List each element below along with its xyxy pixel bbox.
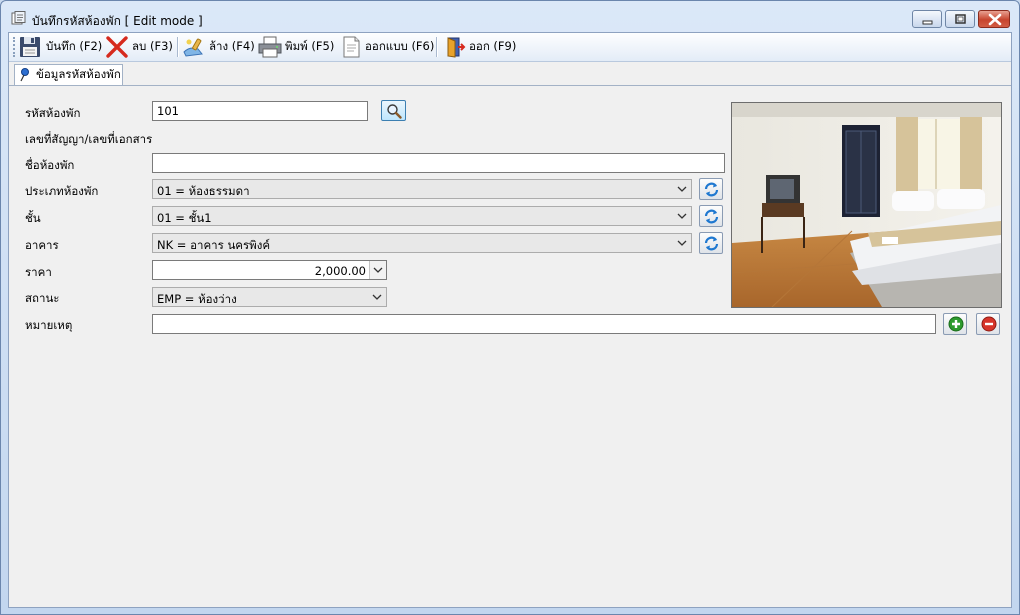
- clear-label: ล้าง (F4): [209, 39, 255, 53]
- tab-strip: ข้อมูลรหัสห้องพัก: [9, 62, 1011, 86]
- remark-label: หมายเหตุ: [25, 318, 73, 332]
- status-value: EMP = ห้องว่าง: [157, 292, 237, 306]
- room-type-select[interactable]: 01 = ห้องธรรมดา: [152, 179, 692, 199]
- tab-room-info[interactable]: ข้อมูลรหัสห้องพัก: [14, 64, 123, 85]
- refresh-building-button[interactable]: [699, 232, 723, 254]
- room-photo: [731, 102, 1002, 308]
- magnifier-icon: [387, 104, 402, 119]
- price-label: ราคา: [25, 265, 52, 279]
- design-button[interactable]: ออกแบบ (F6): [340, 35, 434, 59]
- chevron-down-icon: [677, 186, 687, 192]
- clear-brush-icon: [183, 38, 203, 57]
- report-design-icon: [343, 36, 360, 58]
- toolbar-grip[interactable]: [13, 37, 18, 57]
- status-select[interactable]: EMP = ห้องว่าง: [152, 287, 387, 307]
- floppy-disk-icon: [20, 37, 40, 57]
- room-name-input[interactable]: [152, 153, 725, 173]
- close-button[interactable]: [978, 10, 1010, 28]
- exit-button[interactable]: ออก (F9): [444, 35, 516, 59]
- add-remark-button[interactable]: [943, 313, 967, 335]
- minus-circle-icon: [981, 316, 997, 332]
- building-select[interactable]: NK = อาคาร นครพิงค์: [152, 233, 692, 253]
- save-button[interactable]: บันทึก (F2): [19, 35, 102, 59]
- price-input[interactable]: 2,000.00: [152, 260, 387, 280]
- design-label: ออกแบบ (F6): [365, 39, 435, 53]
- room-photo-image: [732, 103, 1001, 307]
- print-button[interactable]: พิมพ์ (F5): [258, 35, 334, 59]
- toolbar: บันทึก (F2) ลบ (F3) ล้าง (F4) พิมพ์ (F5)…: [9, 33, 1011, 62]
- search-room-button[interactable]: [381, 100, 406, 121]
- chevron-down-icon: [372, 294, 382, 300]
- toolbar-separator: [177, 37, 179, 57]
- refresh-room-type-button[interactable]: [699, 178, 723, 200]
- floor-label: ชั้น: [25, 211, 41, 225]
- refresh-icon: [704, 236, 719, 251]
- toolbar-separator: [436, 37, 438, 57]
- room-name-label: ชื่อห้องพัก: [25, 158, 75, 172]
- delete-button[interactable]: ลบ (F3): [105, 35, 173, 59]
- pin-icon: [20, 68, 29, 82]
- remove-remark-button[interactable]: [976, 313, 1000, 335]
- clear-button[interactable]: ล้าง (F4): [182, 35, 255, 59]
- delete-x-icon: [106, 36, 128, 58]
- status-label: สถานะ: [25, 291, 60, 305]
- title-bar: บันทึกรหัสห้องพัก [ Edit mode ]: [1, 1, 1019, 33]
- restore-button[interactable]: [945, 10, 975, 28]
- refresh-floor-button[interactable]: [699, 205, 723, 227]
- room-type-value: 01 = ห้องธรรมดา: [157, 184, 250, 198]
- close-icon: [988, 13, 1002, 26]
- form-container: บันทึก (F2) ลบ (F3) ล้าง (F4) พิมพ์ (F5)…: [8, 32, 1012, 608]
- refresh-icon: [704, 182, 719, 197]
- chevron-down-icon: [677, 240, 687, 246]
- floor-value: 01 = ชั้น1: [157, 211, 212, 225]
- window-title: บันทึกรหัสห้องพัก [ Edit mode ]: [32, 14, 203, 28]
- price-dropdown-button[interactable]: [369, 261, 386, 279]
- exit-label: ออก (F9): [469, 39, 517, 53]
- app-window: บันทึกรหัสห้องพัก [ Edit mode ] บันทึก (…: [0, 0, 1020, 615]
- minimize-icon: [922, 20, 933, 25]
- room-code-label: รหัสห้องพัก: [25, 106, 81, 120]
- save-label: บันทึก (F2): [46, 39, 103, 53]
- restore-icon: [955, 14, 966, 24]
- minimize-button[interactable]: [912, 10, 942, 28]
- floor-select[interactable]: 01 = ชั้น1: [152, 206, 692, 226]
- building-label: อาคาร: [25, 238, 59, 252]
- room-code-input[interactable]: [152, 101, 368, 121]
- chevron-down-icon: [677, 213, 687, 219]
- building-value: NK = อาคาร นครพิงค์: [157, 238, 271, 252]
- remark-input[interactable]: [152, 314, 936, 334]
- room-type-label: ประเภทห้องพัก: [25, 184, 99, 198]
- printer-icon: [258, 36, 282, 58]
- contract-no-label: เลขที่สัญญา/เลขที่เอกสาร: [25, 132, 153, 146]
- app-icon: [11, 11, 26, 25]
- print-label: พิมพ์ (F5): [285, 39, 335, 53]
- delete-label: ลบ (F3): [132, 39, 173, 53]
- plus-circle-icon: [948, 316, 964, 332]
- chevron-down-icon: [373, 267, 383, 273]
- tab-label: ข้อมูลรหัสห้องพัก: [36, 67, 121, 81]
- price-value: 2,000.00: [314, 264, 366, 278]
- exit-door-icon: [447, 37, 466, 58]
- refresh-icon: [704, 209, 719, 224]
